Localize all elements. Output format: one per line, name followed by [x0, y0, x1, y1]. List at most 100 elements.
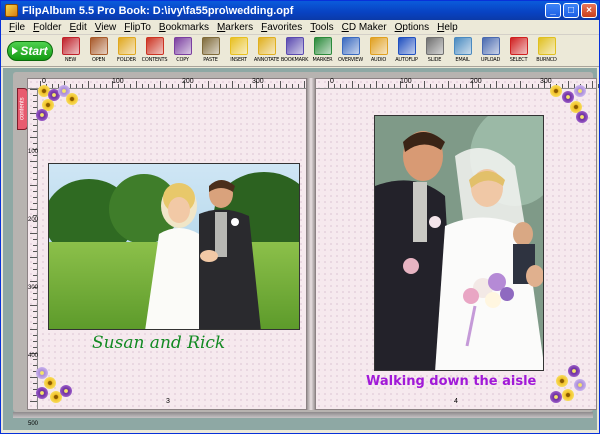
tool-copy-button[interactable]: COPY: [169, 36, 196, 66]
ruler-tick: [466, 84, 467, 88]
tool-insert-button[interactable]: INSERT: [225, 36, 252, 66]
overview-icon: [341, 36, 360, 55]
start-label: Start: [20, 43, 48, 58]
ruler-label: 300: [28, 285, 39, 291]
start-button[interactable]: Start: [7, 40, 53, 61]
ruler-tick: [33, 299, 37, 300]
ruler-tick: [382, 84, 383, 88]
ruler-tick: [33, 239, 37, 240]
menu-tools[interactable]: Tools: [306, 22, 337, 33]
ruler-tick: [418, 84, 419, 88]
tool-open-button[interactable]: OPEN: [85, 36, 112, 66]
tool-label: SELECT: [509, 56, 528, 63]
ruler-tick: [33, 311, 37, 312]
folder-icon: [117, 36, 136, 55]
menu-file[interactable]: File: [5, 22, 29, 33]
copy-icon: [173, 36, 192, 55]
walking-down-aisle-photo[interactable]: [374, 115, 544, 371]
tool-autoflip-button[interactable]: AUTOFLIP: [393, 36, 420, 66]
ruler-tick: [538, 84, 539, 88]
right-page-caption[interactable]: Walking down the aisle: [366, 374, 536, 389]
tool-audio-button[interactable]: AUDIO: [365, 36, 392, 66]
ruler-label: 200: [470, 78, 482, 85]
book-cover: contents 0 100 200 300 100 200 300 400 500: [13, 72, 599, 427]
ruler-tick: [33, 215, 37, 216]
ruler-tick: [94, 84, 95, 88]
ruler-tick: [502, 84, 503, 88]
flipalbum-window: FlipAlbum 5.5 Pro Book: D:\ivy\fa55pro\w…: [0, 0, 600, 434]
ruler-tick: [142, 84, 143, 88]
play-arrow-icon: [12, 46, 19, 55]
ruler-tick: [370, 84, 371, 88]
tool-burncd-button[interactable]: BURNCD: [533, 36, 560, 66]
ruler-label: 0: [330, 78, 334, 85]
ruler-tick: [33, 191, 37, 192]
ruler-tick: [33, 179, 37, 180]
ruler-tick: [334, 84, 335, 88]
tool-slide-button[interactable]: SLIDE: [421, 36, 448, 66]
menu-cd-maker[interactable]: CD Maker: [338, 22, 391, 33]
ruler-tick: [376, 81, 377, 88]
tool-select-button[interactable]: SELECT: [505, 36, 532, 66]
tool-upload-button[interactable]: UPLOAD: [477, 36, 504, 66]
tool-label: FOLDER: [117, 56, 136, 63]
menu-flipto[interactable]: FlipTo: [120, 22, 155, 33]
menu-edit[interactable]: Edit: [65, 22, 90, 33]
menu-view[interactable]: View: [91, 22, 121, 33]
paste-icon: [201, 36, 220, 55]
tool-paste-button[interactable]: PASTE: [197, 36, 224, 66]
ruler-tick: [484, 84, 485, 88]
left-page-caption[interactable]: Susan and Rick: [92, 333, 225, 353]
ruler-tick: [460, 84, 461, 88]
ruler-tick: [33, 245, 37, 246]
flower-corner-decoration: [544, 83, 588, 127]
wedding-couple-photo[interactable]: [48, 163, 300, 330]
left-page[interactable]: 0 100 200 300 100 200 300 400 500 Susan …: [27, 78, 307, 427]
contents-icon: [145, 36, 164, 55]
maximize-button[interactable]: □: [563, 3, 579, 18]
tool-label: SLIDE: [427, 56, 442, 63]
tool-label: OVERVIEW: [337, 56, 364, 63]
tool-new-button[interactable]: NEW: [57, 36, 84, 66]
tool-folder-button[interactable]: FOLDER: [113, 36, 140, 66]
minimize-button[interactable]: _: [545, 3, 561, 18]
tool-bookmark-button[interactable]: BOOKMARK: [281, 36, 308, 66]
tool-overview-button[interactable]: OVERVIEW: [337, 36, 364, 66]
menu-options[interactable]: Options: [391, 22, 433, 33]
close-button[interactable]: ×: [581, 3, 597, 18]
ruler-tick: [364, 84, 365, 88]
tool-annotate-button[interactable]: ANNOTATE: [253, 36, 280, 66]
right-page[interactable]: 0 100 200 300 Walking down the aisle 4: [315, 78, 599, 410]
menu-folder[interactable]: Folder: [29, 22, 65, 33]
ruler-tick: [172, 84, 173, 88]
ruler-tick: [30, 209, 37, 210]
tool-contents-button[interactable]: CONTENTS: [141, 36, 168, 66]
tool-label: EMAIL: [455, 56, 470, 63]
ruler-tick: [220, 84, 221, 88]
tool-email-button[interactable]: EMAIL: [449, 36, 476, 66]
ruler-tick: [442, 84, 443, 88]
tool-label: MARKER: [312, 56, 333, 63]
title-bar[interactable]: FlipAlbum 5.5 Pro Book: D:\ivy\fa55pro\w…: [1, 1, 599, 20]
ruler-tick: [286, 84, 287, 88]
menu-bookmarks[interactable]: Bookmarks: [155, 22, 213, 33]
ruler-tick: [232, 81, 233, 88]
ruler-tick: [33, 167, 37, 168]
ruler-tick: [238, 84, 239, 88]
ruler-tick: [532, 84, 533, 88]
ruler-tick: [436, 84, 437, 88]
ruler-label: 200: [182, 78, 194, 85]
menu-bar: File Folder Edit View FlipTo Bookmarks M…: [1, 20, 599, 35]
menu-favorites[interactable]: Favorites: [257, 22, 306, 33]
tool-marker-button[interactable]: MARKER: [309, 36, 336, 66]
autoflip-icon: [397, 36, 416, 55]
book-spine: [307, 78, 315, 410]
ruler-tick: [508, 84, 509, 88]
open-book-icon: [89, 36, 108, 55]
ruler-tick: [178, 84, 179, 88]
menu-help[interactable]: Help: [433, 22, 462, 33]
ruler-tick: [340, 84, 341, 88]
menu-markers[interactable]: Markers: [213, 22, 257, 33]
ruler-tick: [30, 257, 37, 258]
ruler-tick: [30, 281, 37, 282]
